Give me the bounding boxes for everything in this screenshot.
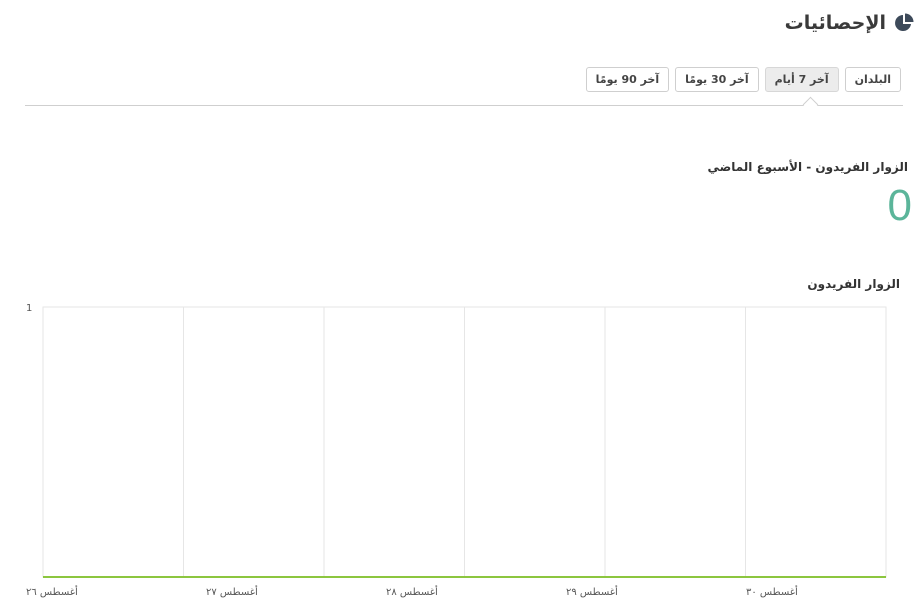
x-tick-label: أغسطس ٢٧ — [206, 585, 258, 598]
unique-visitors-chart: 1 أغسطس ٢٦ أغسطس ٢٧ أغسطس ٢٨ أغسطس ٢٩ أغسطس ٣… — [0, 300, 922, 605]
page-title: الإحصائيات — [784, 12, 886, 34]
y-tick-label: 1 — [26, 303, 32, 314]
pie-chart-icon — [894, 13, 914, 33]
tab-last-90-days[interactable]: آخر 90 يومًا — [585, 67, 670, 92]
unique-visitors-week-label: الزوار الفريدون - الأسبوع الماضي — [707, 160, 909, 174]
x-tick-label: أغسطس ٢٨ — [386, 585, 438, 598]
chart-title: الزوار الفريدون — [807, 277, 900, 291]
active-tab-caret — [802, 96, 819, 113]
range-tabs: البلدان آخر 7 أيام آخر 30 يومًا آخر 90 ي… — [585, 67, 901, 92]
chart-svg: 1 أغسطس ٢٦ أغسطس ٢٧ أغسطس ٢٨ أغسطس ٢٩ أغسطس ٣… — [26, 303, 887, 598]
x-tick-label: أغسطس ٢٩ — [566, 585, 618, 598]
page-header: الإحصائيات — [785, 12, 914, 34]
x-tick-label: أغسطس ٢٦ — [26, 585, 78, 598]
tabs-divider — [25, 105, 903, 106]
x-tick-label: أغسطس ٣٠ — [746, 585, 798, 598]
tab-last-30-days[interactable]: آخر 30 يومًا — [675, 67, 759, 92]
tab-last-7-days[interactable]: آخر 7 أيام — [764, 67, 839, 92]
tab-countries[interactable]: البلدان — [844, 67, 901, 92]
unique-visitors-week-value: 0 — [887, 181, 912, 230]
